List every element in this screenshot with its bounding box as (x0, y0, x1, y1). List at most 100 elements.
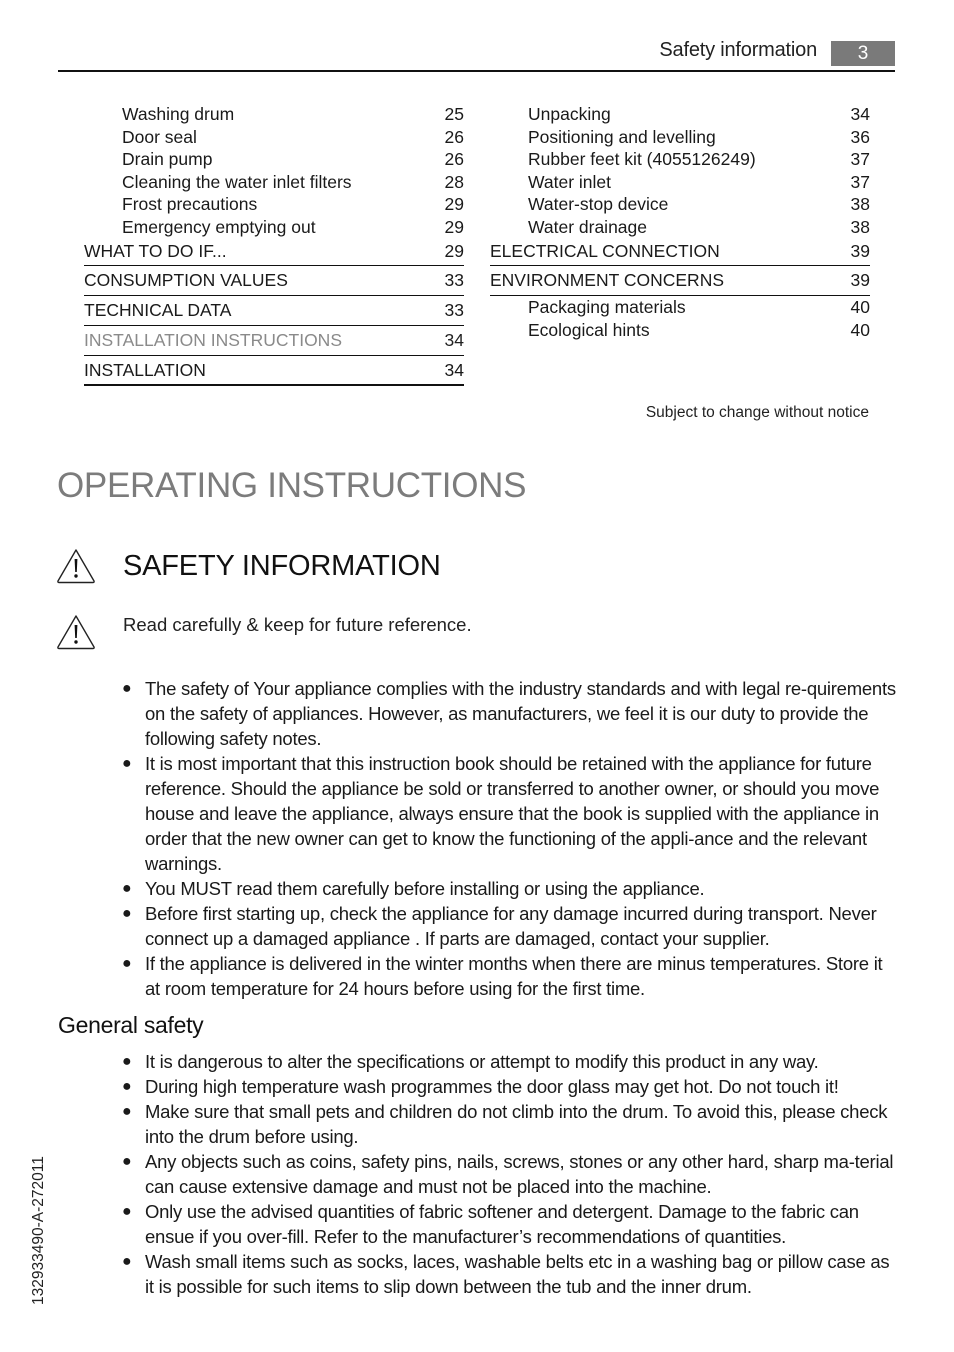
toc-entry[interactable]: WHAT TO DO IF... 29 (84, 238, 464, 266)
toc-entry-page: 29 (444, 194, 464, 214)
toc-entry-title: ELECTRICAL CONNECTION (490, 241, 720, 261)
toc-entry-page: 26 (444, 126, 464, 147)
toc-entry-title: Water inlet (528, 171, 611, 192)
toc-entry-title: Positioning and levelling (528, 126, 716, 147)
toc-entry-page: 29 (444, 216, 464, 237)
toc-entry-page: 38 (850, 194, 870, 214)
bullet-text: If the appliance is delivered in the win… (145, 953, 883, 999)
toc-entry[interactable]: Washing drum 25 (84, 103, 464, 126)
toc-entry-title: Cleaning the water inlet filters (122, 171, 352, 192)
toc-entry-title: INSTALLATION INSTRUCTIONS (84, 330, 342, 350)
bullet-text: The safety of Your appliance complies wi… (145, 678, 896, 749)
toc-entry[interactable]: Rubber feet kit (4055126249) 37 (490, 148, 870, 171)
toc-entry-title: Packaging materials (528, 297, 686, 317)
toc-entry-title: WHAT TO DO IF... (84, 241, 227, 261)
toc-entry-title: Door seal (122, 126, 197, 147)
toc-entry-title: Water-stop device (528, 194, 669, 214)
bullet-text: Wash small items such as socks, laces, w… (145, 1251, 890, 1297)
bullet-text: It is most important that this instructi… (145, 753, 880, 874)
bullet-item: ● You MUST read them carefully before ins… (121, 876, 899, 901)
toc-entry[interactable]: TECHNICAL DATA 33 (84, 296, 464, 326)
toc-entry-page: 37 (850, 171, 870, 192)
toc-entry-title: Drain pump (122, 149, 213, 169)
toc-entry[interactable]: Ecological hints 40 (490, 319, 870, 342)
bullet-dot-icon: ● (122, 680, 132, 697)
bullet-item: ● Only use the advised quantities of fabr… (121, 1199, 899, 1249)
toc-entry-page: 28 (444, 171, 464, 192)
toc-entry[interactable]: Door seal 26 (84, 126, 464, 149)
toc-entry[interactable]: Frost precautions 29 (84, 193, 464, 216)
toc-entry-title: INSTALLATION (84, 360, 206, 380)
toc-entry-page: 37 (850, 149, 870, 169)
toc-entry[interactable]: Positioning and levelling 36 (490, 126, 870, 149)
toc-entry-page: 33 (444, 300, 464, 320)
bullet-dot-icon: ● (122, 1103, 132, 1120)
toc-entry[interactable]: Cleaning the water inlet filters 28 (84, 171, 464, 194)
toc-entry[interactable]: CONSUMPTION VALUES 33 (84, 266, 464, 296)
bullet-text: Any objects such as coins, safety pins, … (145, 1151, 894, 1197)
bullet-text: It is dangerous to alter the specificati… (145, 1051, 819, 1072)
toc-entry-title: Water drainage (528, 216, 647, 237)
bullet-text: You MUST read them carefully before inst… (145, 878, 705, 899)
bullet-item: ● If the appliance is delivered in the wi… (121, 951, 899, 1001)
bullet-dot-icon: ● (122, 905, 132, 922)
running-header-title: Safety information (659, 39, 817, 61)
toc-entry[interactable]: Water inlet 37 (490, 171, 870, 194)
toc-entry[interactable]: Drain pump 26 (84, 148, 464, 171)
toc-entry-page: 38 (850, 216, 870, 237)
bullet-text: Before first starting up, check the appl… (145, 903, 877, 949)
bullet-item: ● It is most important that this instruct… (121, 751, 899, 876)
bullet-dot-icon: ● (122, 1053, 132, 1070)
toc-entry[interactable]: ENVIRONMENT CONCERNS 39 (490, 266, 870, 296)
change-notice: Subject to change without notice (645, 404, 869, 421)
toc-entry-page: 36 (850, 126, 870, 147)
bullet-dot-icon: ● (122, 880, 132, 897)
section-title: SAFETY INFORMATION (123, 550, 441, 582)
toc-entry[interactable]: Packaging materials 40 (490, 296, 870, 319)
bullet-dot-icon: ● (122, 1153, 132, 1170)
page-number-badge: 3 (831, 41, 895, 66)
bullet-item: ● Any objects such as coins, safety pins,… (121, 1149, 899, 1199)
toc-entry[interactable]: INSTALLATION INSTRUCTIONS 34 (84, 326, 464, 356)
toc-entry[interactable]: Water-stop device 38 (490, 193, 870, 216)
document-code: 132933490-A-272011 (30, 1156, 47, 1305)
bullet-item: ● Before first starting up, check the app… (121, 901, 899, 951)
warning-triangle-icon (56, 548, 96, 584)
toc-entry-page: 39 (850, 241, 870, 261)
toc-entry[interactable]: ELECTRICAL CONNECTION 39 (490, 238, 870, 266)
toc-entry-page: 34 (850, 104, 870, 124)
toc-left-column: Washing drum 25 Door seal 26 Drain pump 26 Cle… (84, 103, 464, 386)
toc-entry-title: ENVIRONMENT CONCERNS (490, 270, 725, 290)
bullet-dot-icon: ● (122, 955, 132, 972)
bullet-text: Make sure that small pets and children d… (145, 1101, 888, 1147)
toc-entry-page: 29 (444, 241, 464, 261)
toc-entry-title: CONSUMPTION VALUES (84, 270, 288, 290)
bullet-dot-icon: ● (122, 1078, 132, 1095)
warning-triangle-icon (56, 614, 96, 650)
toc-entry-page: 39 (850, 270, 870, 290)
toc-entry[interactable]: Emergency emptying out 29 (84, 216, 464, 239)
toc-entry-title: Rubber feet kit (4055126249) (528, 149, 756, 169)
toc-entry-page: 33 (444, 270, 464, 290)
toc-entry-page: 25 (444, 104, 464, 124)
toc-entry[interactable]: INSTALLATION 34 (84, 356, 464, 386)
bullet-dot-icon: ● (122, 1253, 132, 1270)
toc-entry-title: TECHNICAL DATA (84, 300, 232, 320)
toc-entry-title: Washing drum (122, 104, 235, 124)
toc-entry-page: 40 (850, 319, 870, 340)
toc-entry-page: 34 (444, 360, 464, 380)
bullet-item: ● The safety of Your appliance complies w… (121, 676, 899, 751)
toc-entry-title: Emergency emptying out (122, 216, 316, 237)
chapter-title: OPERATING INSTRUCTIONS (57, 466, 527, 505)
bullet-dot-icon: ● (122, 1203, 132, 1220)
toc-entry-title: Unpacking (528, 104, 611, 124)
toc-entry-title: Frost precautions (122, 194, 258, 214)
general-safety-bullet-list: ● It is dangerous to alter the specificat… (121, 1049, 899, 1299)
bullet-text: During high temperature wash programmes … (145, 1076, 839, 1097)
toc-entry[interactable]: Unpacking 34 (490, 103, 870, 126)
toc-entry[interactable]: Water drainage 38 (490, 216, 870, 239)
read-carefully-note: Read carefully & keep for future referen… (123, 614, 472, 635)
header-rule (58, 70, 895, 72)
bullet-item: ● During high temperature wash programmes… (121, 1074, 899, 1099)
bullet-dot-icon: ● (122, 755, 132, 772)
